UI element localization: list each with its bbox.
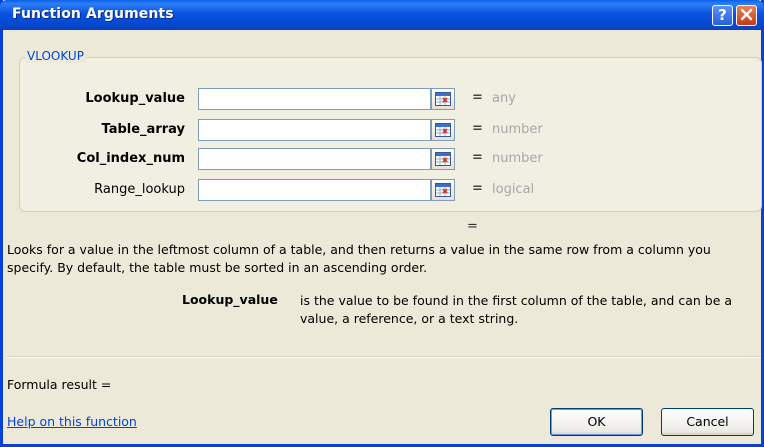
ok-button[interactable]: OK [550,408,643,436]
range-lookup-input[interactable] [198,179,431,201]
equals-sign: = [472,181,483,196]
range-select-icon [435,183,451,197]
range-select-icon [435,152,451,166]
help-on-function-link[interactable]: Help on this function [7,414,137,429]
argument-label: Lookup_value [85,91,185,106]
close-button[interactable] [736,5,757,26]
formula-result-label: Formula result = [7,377,112,392]
function-description: Looks for a value in the leftmost column… [7,242,711,275]
arguments-group: Lookup_value = any Table_array = number … [19,57,762,212]
dialog-title: Function Arguments [12,6,174,22]
function-result-equals: = [467,219,478,234]
title-bar[interactable]: Function Arguments ? [0,0,764,30]
argument-type: number [492,151,543,166]
help-button[interactable]: ? [712,5,733,26]
equals-sign: = [472,121,483,136]
range-select-icon [435,123,451,137]
question-mark-icon: ? [718,6,727,24]
argument-help-text: is the value to be found in the first co… [300,293,733,326]
collapse-dialog-button[interactable] [431,88,455,110]
argument-label: Range_lookup [94,182,185,197]
argument-row-col-index-num: Col_index_num = number [20,147,763,171]
function-name-label: VLOOKUP [25,49,86,63]
divider [7,356,761,358]
argument-type: logical [492,182,535,197]
argument-label: Table_array [101,122,185,137]
collapse-dialog-button[interactable] [431,148,455,170]
function-arguments-dialog: Function Arguments ? Lookup_value = any … [0,0,764,447]
collapse-dialog-button[interactable] [431,119,455,141]
col-index-num-input[interactable] [198,148,431,170]
argument-type: any [492,91,516,106]
cancel-button[interactable]: Cancel [661,408,754,436]
range-select-icon [435,92,451,106]
argument-help-name: Lookup_value [182,292,278,307]
argument-label: Col_index_num [76,151,185,166]
argument-row-table-array: Table_array = number [20,118,763,142]
argument-type: number [492,122,543,137]
lookup-value-input[interactable] [198,88,431,110]
argument-row-lookup-value: Lookup_value = any [20,87,763,111]
argument-row-range-lookup: Range_lookup = logical [20,178,763,202]
equals-sign: = [472,150,483,165]
equals-sign: = [472,90,483,105]
table-array-input[interactable] [198,119,431,141]
collapse-dialog-button[interactable] [431,179,455,201]
close-icon [740,8,753,21]
